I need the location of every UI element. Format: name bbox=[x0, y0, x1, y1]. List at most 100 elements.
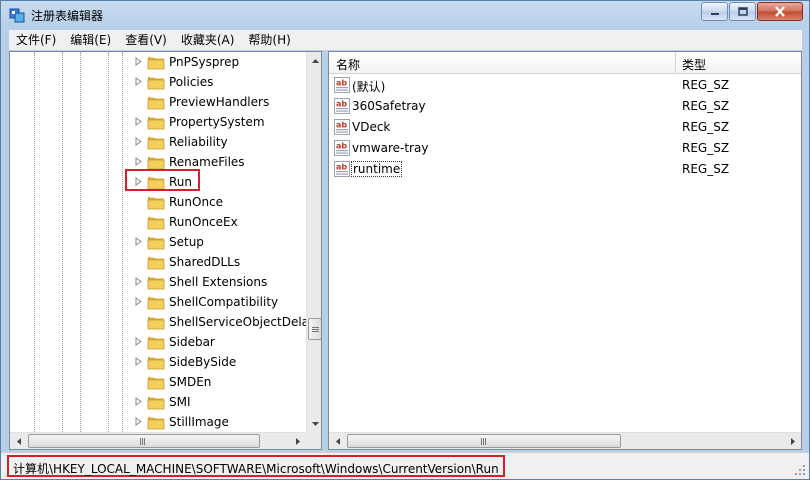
string-value-ab-icon: ab bbox=[334, 140, 350, 156]
scroll-right-icon bbox=[790, 437, 795, 445]
svg-text:ab: ab bbox=[336, 142, 347, 151]
tree-item[interactable]: ShellCompatibility bbox=[10, 292, 307, 312]
maximize-button[interactable] bbox=[729, 2, 756, 21]
resize-grip-icon[interactable] bbox=[794, 464, 806, 476]
grip-line bbox=[142, 438, 143, 445]
expand-arrow-icon[interactable] bbox=[134, 237, 143, 246]
folder-icon bbox=[147, 295, 165, 310]
expand-arrow-icon[interactable] bbox=[134, 297, 143, 306]
tree-item[interactable]: PnPSysprep bbox=[10, 52, 307, 72]
tree-item[interactable]: RunOnceEx bbox=[10, 212, 307, 232]
scroll-right-button[interactable] bbox=[784, 433, 801, 449]
expand-arrow-icon[interactable] bbox=[134, 117, 143, 126]
tree-item[interactable]: RunOnce bbox=[10, 192, 307, 212]
tree-item[interactable]: SideBySide bbox=[10, 352, 307, 372]
expand-arrow-icon[interactable] bbox=[134, 337, 143, 346]
values-list-pane[interactable]: 名称 类型 ab (默认) REG_SZ ab 360Safetray REG_SZ ab V… bbox=[328, 51, 802, 450]
value-name: VDeck bbox=[352, 120, 391, 134]
scroll-left-button[interactable] bbox=[10, 433, 27, 449]
tree-item-label: SMI bbox=[169, 395, 191, 409]
scroll-up-icon bbox=[311, 58, 319, 63]
tree-vscroll-thumb[interactable] bbox=[308, 318, 321, 340]
value-type: REG_SZ bbox=[682, 162, 730, 176]
expand-arrow-icon[interactable] bbox=[134, 357, 143, 366]
scroll-up-button[interactable] bbox=[307, 52, 321, 69]
tree-item-label: StillImage bbox=[169, 415, 229, 429]
column-header-name[interactable]: 名称 bbox=[336, 56, 360, 73]
folder-icon bbox=[147, 275, 165, 290]
menu-view[interactable]: 查看(V) bbox=[118, 30, 174, 50]
title-bar[interactable]: 注册表编辑器 bbox=[1, 1, 809, 29]
expand-arrow-icon[interactable] bbox=[134, 397, 143, 406]
tree-item-label: SharedDLLs bbox=[169, 255, 241, 269]
value-type: REG_SZ bbox=[682, 99, 730, 113]
tree-item[interactable]: Setup bbox=[10, 232, 307, 252]
scroll-down-button[interactable] bbox=[307, 415, 321, 432]
tree-item-label: Setup bbox=[169, 235, 204, 249]
folder-icon bbox=[147, 95, 165, 110]
expand-arrow-icon[interactable] bbox=[134, 157, 143, 166]
folder-icon bbox=[147, 55, 165, 70]
tree-item[interactable]: PreviewHandlers bbox=[10, 92, 307, 112]
scroll-right-button[interactable] bbox=[289, 433, 306, 449]
maximize-icon bbox=[737, 7, 748, 16]
value-row[interactable]: ab vmware-tray REG_SZ bbox=[329, 138, 801, 159]
menu-help[interactable]: 帮助(H) bbox=[241, 30, 297, 50]
value-row[interactable]: ab (默认) REG_SZ bbox=[329, 75, 801, 96]
svg-text:ab: ab bbox=[336, 79, 347, 88]
list-header: 名称 类型 bbox=[329, 52, 801, 74]
column-header-type[interactable]: 类型 bbox=[682, 56, 706, 73]
value-row[interactable]: ab VDeck REG_SZ bbox=[329, 117, 801, 138]
scroll-left-icon bbox=[16, 437, 21, 445]
expand-arrow-icon[interactable] bbox=[134, 137, 143, 146]
tree-item-label: Policies bbox=[169, 75, 214, 89]
value-row[interactable]: ab runtime REG_SZ bbox=[329, 159, 801, 180]
tree-item-label: ShellCompatibility bbox=[169, 295, 279, 309]
tree-item-label: Reliability bbox=[169, 135, 228, 149]
value-type: REG_SZ bbox=[682, 141, 730, 155]
tree-item[interactable]: ShellServiceObjectDelay bbox=[10, 312, 316, 332]
scroll-left-button[interactable] bbox=[329, 433, 346, 449]
value-name: vmware-tray bbox=[352, 141, 429, 155]
tree-item[interactable]: Sidebar bbox=[10, 332, 307, 352]
folder-icon bbox=[147, 235, 165, 250]
expand-arrow-icon[interactable] bbox=[134, 57, 143, 66]
key-tree-pane[interactable]: PnPSysprep Policies PreviewHandlers Propert… bbox=[9, 51, 322, 450]
tree-vertical-scrollbar[interactable] bbox=[306, 52, 321, 432]
status-key-path: 计算机\HKEY_LOCAL_MACHINE\SOFTWARE\Microsof… bbox=[7, 455, 505, 477]
close-button[interactable] bbox=[757, 2, 803, 21]
menu-file[interactable]: 文件(F) bbox=[9, 30, 63, 50]
expand-arrow-icon[interactable] bbox=[134, 77, 143, 86]
folder-icon bbox=[147, 255, 165, 270]
tree-item[interactable]: SMDEn bbox=[10, 372, 307, 392]
list-horizontal-scrollbar[interactable] bbox=[329, 432, 801, 449]
run-key-highlight-box bbox=[125, 169, 200, 191]
expand-arrow-icon[interactable] bbox=[134, 277, 143, 286]
expand-arrow-icon[interactable] bbox=[134, 417, 143, 426]
string-value-ab-icon: ab bbox=[334, 119, 350, 135]
tree-hscroll-thumb[interactable] bbox=[28, 434, 260, 448]
minimize-button[interactable] bbox=[701, 2, 728, 21]
tree-item[interactable]: Policies bbox=[10, 72, 307, 92]
tree-item[interactable]: StillImage bbox=[10, 412, 307, 432]
menu-bar: 文件(F) 编辑(E) 查看(V) 收藏夹(A) 帮助(H) bbox=[9, 30, 802, 50]
tree-item[interactable]: PropertySystem bbox=[10, 112, 307, 132]
grip-line bbox=[481, 438, 482, 445]
grip-line bbox=[312, 327, 319, 328]
value-row[interactable]: ab 360Safetray REG_SZ bbox=[329, 96, 801, 117]
status-bar: 计算机\HKEY_LOCAL_MACHINE\SOFTWARE\Microsof… bbox=[1, 452, 809, 479]
menu-favorites[interactable]: 收藏夹(A) bbox=[174, 30, 242, 50]
tree-item-label: PnPSysprep bbox=[169, 55, 240, 69]
tree-item[interactable]: SharedDLLs bbox=[10, 252, 307, 272]
column-separator[interactable] bbox=[675, 52, 676, 74]
tree-item[interactable]: Shell Extensions bbox=[10, 272, 307, 292]
minimize-icon bbox=[710, 12, 719, 15]
value-type: REG_SZ bbox=[682, 120, 730, 134]
tree-item[interactable]: SMI bbox=[10, 392, 307, 412]
value-name: runtime bbox=[351, 161, 403, 177]
list-hscroll-thumb[interactable] bbox=[347, 434, 621, 448]
folder-icon bbox=[147, 135, 165, 150]
menu-edit[interactable]: 编辑(E) bbox=[63, 30, 118, 50]
tree-horizontal-scrollbar[interactable] bbox=[10, 432, 306, 449]
tree-item[interactable]: Reliability bbox=[10, 132, 307, 152]
